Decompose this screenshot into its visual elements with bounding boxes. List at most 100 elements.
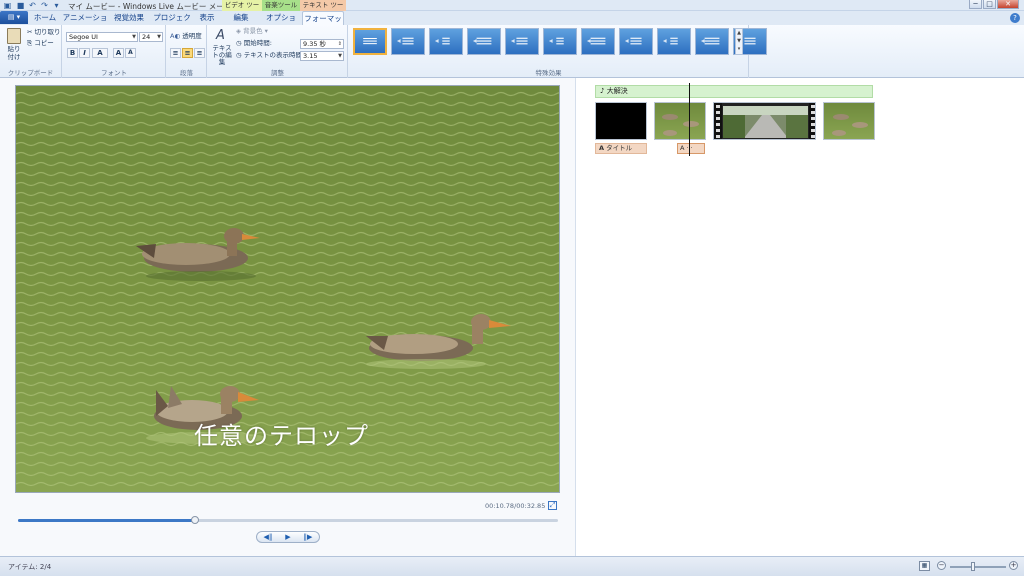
undo-icon[interactable]: ↶ — [28, 1, 37, 10]
customize-quick-access-icon[interactable]: ▾ — [52, 1, 61, 10]
start-time-text: 開始時間: — [243, 39, 272, 47]
minimize-button[interactable]: ─ — [969, 0, 982, 9]
caption-clip-label[interactable]: A ··· — [677, 143, 705, 154]
seek-thumb[interactable] — [191, 516, 200, 524]
font-color-button[interactable]: A — [92, 48, 108, 58]
zoom-slider[interactable] — [950, 562, 1006, 571]
tab-options[interactable]: オプション — [264, 11, 298, 36]
tab-project[interactable]: プロジェクト — [151, 11, 193, 36]
paste-button[interactable]: 貼り付け — [5, 45, 23, 61]
play-button[interactable]: ▶ — [279, 532, 297, 542]
start-time-label: ◷ 開始時間: — [236, 39, 272, 48]
title-clip-label[interactable]: A タイトル — [595, 143, 647, 154]
copy-button[interactable]: ⎘ コピー — [27, 39, 54, 48]
align-left-button[interactable]: ≡ — [170, 48, 181, 58]
tab-edit[interactable]: 編集 — [228, 11, 254, 25]
maximize-button[interactable]: □ — [983, 0, 996, 9]
tab-format[interactable]: フォーマット — [302, 11, 344, 37]
gallery-more-button[interactable]: ▲ ▼ ▾ — [735, 28, 743, 55]
playhead[interactable] — [689, 83, 690, 156]
effect-lines-icon — [434, 37, 450, 45]
edit-text-button[interactable]: テキストの編集 — [210, 45, 234, 66]
title-clip-thumbnail[interactable] — [595, 102, 647, 140]
background-color-label: 背景色 — [243, 27, 263, 35]
duck-thumb-image — [662, 114, 699, 136]
background-color-button[interactable]: ◈ 背景色 ▾ — [236, 27, 268, 36]
duration-label: ◷ テキストの表示時間: — [236, 51, 304, 60]
storyboard-view-icon[interactable]: ▦ — [919, 561, 930, 571]
font-size-dropdown[interactable]: 24 ▼ — [139, 32, 163, 42]
music-track[interactable]: ♪ 大解決 — [595, 85, 873, 98]
paragraph-group-label: 段落 — [180, 69, 193, 77]
tab-visual-effects[interactable]: 視覚効果 — [111, 11, 147, 25]
tab-animation[interactable]: アニメーション — [62, 11, 108, 36]
save-icon[interactable]: ■ — [16, 1, 25, 10]
effects-group: ▲ ▼ ▾ 特殊効果 — [349, 25, 767, 78]
transparency-label: 透明度 — [182, 32, 202, 40]
effect-thumbnail[interactable] — [543, 28, 577, 55]
duck-clip-thumbnail[interactable] — [654, 102, 706, 140]
ribbon-tabs: ▤ ▾ ホーム アニメーション 視覚効果 プロジェクト 表示 編集 オプション … — [0, 11, 1024, 37]
grow-font-button[interactable]: A — [113, 48, 124, 58]
effect-lines-icon — [363, 38, 377, 45]
effect-thumbnail[interactable] — [657, 28, 691, 55]
tab-view[interactable]: 表示 — [196, 11, 218, 25]
close-button[interactable]: ✕ — [997, 0, 1019, 9]
video-caption-overlay: 任意のテロップ — [194, 422, 369, 450]
clipboard-group: 貼り付け ✂ 切り取り ⎘ コピー クリップボード — [0, 25, 62, 78]
timecode: 00:10.78/00:32.85 — [485, 502, 546, 510]
effect-lines-icon — [700, 37, 720, 45]
effect-thumbnail[interactable] — [429, 28, 463, 55]
effect-thumbnail[interactable] — [619, 28, 653, 55]
duration-dropdown[interactable]: 3.15 ▼ — [300, 51, 344, 61]
start-time-spinner[interactable]: 9.35 秒 ⇕ — [300, 39, 344, 49]
copy-label: コピー — [34, 39, 54, 47]
effect-thumbnail[interactable] — [353, 28, 387, 55]
context-video-tools: ビデオ ツール — [222, 0, 262, 20]
effects-group-label: 特殊効果 — [535, 69, 562, 77]
effect-thumbnail[interactable] — [505, 28, 539, 55]
duck-thumb-image-2 — [832, 114, 868, 136]
effect-lines-icon — [510, 37, 528, 45]
bold-button[interactable]: B — [67, 48, 78, 58]
align-right-button[interactable]: ≡ — [194, 48, 205, 58]
font-family-dropdown[interactable]: Segoe UI ▼ — [66, 32, 138, 42]
effect-thumbnail[interactable] — [695, 28, 729, 55]
help-icon[interactable]: ? — [1010, 13, 1020, 23]
transparency-button[interactable]: A◐ 透明度 — [170, 32, 202, 41]
duck-clip-thumbnail-2[interactable] — [823, 102, 875, 140]
next-frame-button[interactable]: ‖▶ — [299, 532, 317, 542]
italic-button[interactable]: I — [79, 48, 90, 58]
clock-icon: ◷ — [236, 51, 242, 59]
storyboard: ♪ 大解決 A タイトル A ··· — [577, 78, 1024, 556]
effect-lines-icon — [396, 37, 414, 45]
app-icon[interactable]: ▣ — [3, 1, 12, 10]
video-preview[interactable]: 任意のテロップ — [15, 85, 560, 493]
previous-frame-button[interactable]: ◀‖ — [259, 532, 277, 542]
effect-thumbnail[interactable] — [581, 28, 615, 55]
tab-home[interactable]: ホーム — [32, 11, 58, 25]
paste-icon — [7, 28, 21, 44]
chevron-down-icon: ▼ — [157, 34, 161, 40]
clipboard-group-label: クリップボード — [7, 69, 54, 77]
redo-icon[interactable]: ↷ — [40, 1, 49, 10]
shrink-font-button[interactable]: A — [125, 48, 136, 58]
context-text-tools: テキスト ツール — [300, 0, 346, 20]
cut-label: 切り取り — [34, 28, 61, 36]
road-clip-thumbnail[interactable] — [713, 102, 816, 140]
zoom-in-button[interactable]: + — [1009, 561, 1018, 570]
transport-controls: ◀‖ ▶ ‖▶ — [256, 531, 320, 543]
seek-bar[interactable] — [18, 516, 558, 524]
zoom-thumb[interactable] — [971, 562, 976, 571]
zoom-out-button[interactable]: − — [937, 561, 946, 570]
item-count: アイテム: 2/4 — [8, 563, 52, 571]
start-time-value: 9.35 秒 — [303, 40, 327, 48]
effect-thumbnail[interactable] — [391, 28, 425, 55]
align-center-button[interactable]: ≡ — [182, 48, 193, 58]
file-menu-button[interactable]: ▤ ▾ — [0, 11, 28, 24]
effect-thumbnail[interactable] — [467, 28, 501, 55]
cut-button[interactable]: ✂ 切り取り — [27, 28, 61, 37]
chevron-down-icon: ▼ — [132, 34, 136, 40]
fullscreen-icon[interactable]: ⤢ — [548, 501, 557, 510]
paragraph-group: A◐ 透明度 ≡ ≡ ≡ 段落 — [167, 25, 207, 78]
